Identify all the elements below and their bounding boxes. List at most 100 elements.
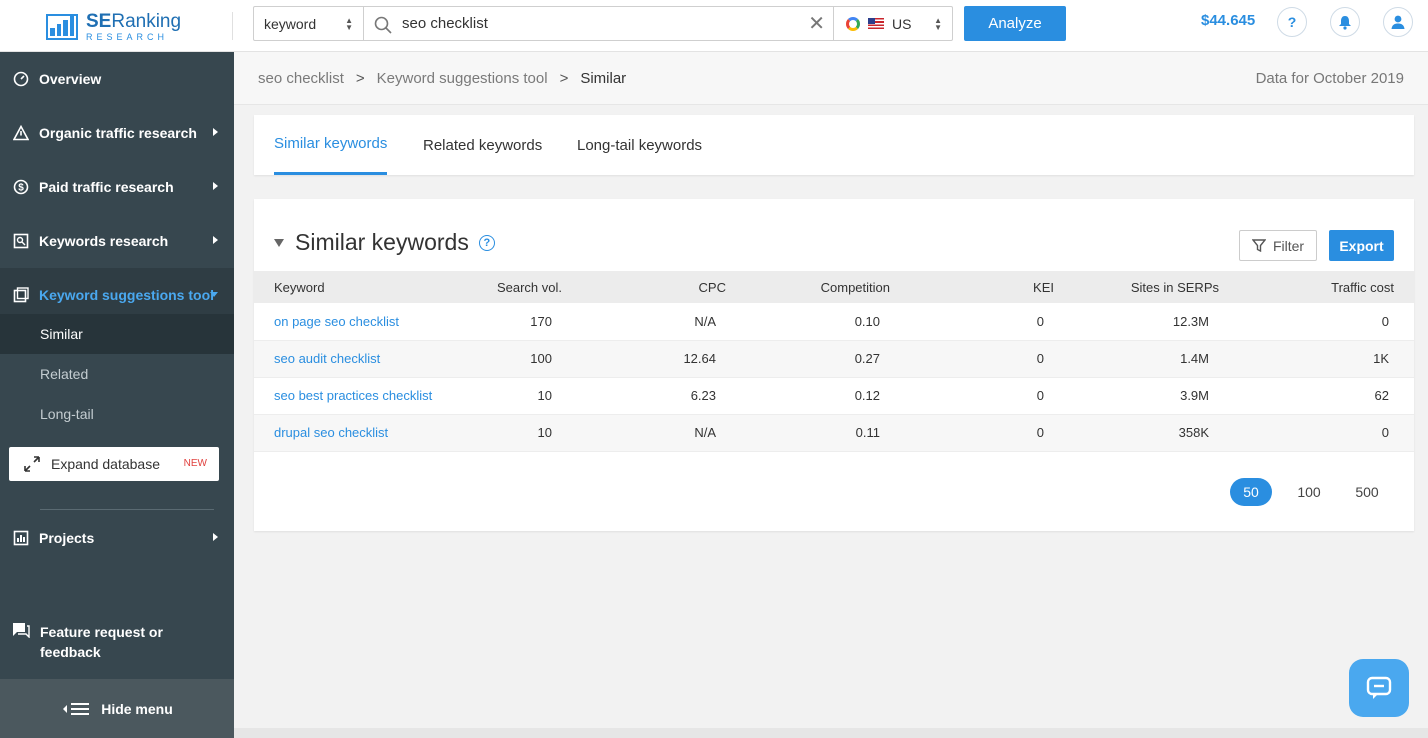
traffic-cost-cell: 62 [1374, 388, 1389, 403]
cpc-cell: N/A [694, 425, 716, 440]
breadcrumb-bar: seo checklist > Keyword suggestions tool… [234, 52, 1428, 105]
chevron-right-icon [213, 182, 218, 190]
sites-in-serps-cell: 3.9M [1180, 388, 1209, 403]
search-input[interactable] [364, 7, 807, 40]
logo-text-ranking: Ranking [111, 11, 182, 32]
suggestions-icon [12, 286, 30, 304]
page-size-option[interactable]: 500 [1346, 478, 1388, 506]
expand-database-label: Expand database [51, 456, 160, 472]
help-button[interactable]: ? [1277, 7, 1307, 37]
kei-cell: 0 [1036, 351, 1044, 366]
table-row: seo best practices checklist 10 6.23 0.1… [254, 377, 1414, 414]
divider [232, 12, 233, 40]
keyword-link[interactable]: drupal seo checklist [254, 414, 454, 451]
column-header-kei[interactable]: KEI [910, 271, 1074, 303]
keyword-image-icon [12, 232, 30, 250]
column-header-traffic-cost[interactable]: Traffic cost [1239, 271, 1414, 303]
chat-bubble-icon [13, 623, 30, 638]
keyword-link[interactable]: seo audit checklist [254, 340, 454, 377]
table-row: on page seo checklist 170 N/A 0.10 0 12.… [254, 303, 1414, 340]
svg-text:$: $ [18, 183, 24, 194]
tab-related-keywords[interactable]: Related keywords [423, 115, 542, 175]
sites-in-serps-cell: 12.3M [1172, 313, 1209, 329]
chevron-down-icon [210, 292, 218, 297]
hide-menu-button[interactable]: Hide menu [0, 679, 234, 738]
keyword-link[interactable]: seo best practices checklist [254, 377, 454, 414]
panel-header[interactable]: Similar keywords ? [274, 229, 495, 256]
sidebar-item-label: Keyword suggestions tool [39, 287, 215, 303]
competition-cell: 0.12 [854, 388, 880, 403]
warning-triangle-icon [12, 124, 30, 142]
sidebar-item-organic-traffic[interactable]: Organic traffic research [0, 106, 234, 160]
breadcrumb-item[interactable]: Keyword suggestions tool [377, 70, 548, 87]
tab-long-tail-keywords[interactable]: Long-tail keywords [577, 115, 702, 175]
sidebar-item-overview[interactable]: Overview [0, 52, 234, 106]
bar-chart-icon [12, 529, 30, 547]
sidebar-subitem-similar[interactable]: Similar [0, 314, 234, 354]
help-circle-icon[interactable]: ? [478, 234, 495, 251]
search-volume-cell: 100 [530, 351, 552, 366]
search-mode-value: keyword [264, 15, 317, 32]
page-size-option[interactable]: 100 [1288, 478, 1330, 506]
chat-icon [1366, 676, 1392, 699]
sidebar-item-label: Projects [39, 530, 95, 546]
sites-in-serps-cell: 1.4M [1180, 351, 1209, 366]
page-size-option[interactable]: 50 [1230, 478, 1272, 506]
competition-cell: 0.11 [855, 425, 880, 440]
expand-database-button[interactable]: Expand database NEW [9, 447, 219, 481]
sidebar-item-paid-traffic[interactable]: $ Paid traffic research [0, 160, 234, 214]
collapse-triangle-icon[interactable] [274, 238, 284, 247]
traffic-cost-cell: 0 [1381, 425, 1389, 440]
divider [40, 509, 214, 510]
sidebar-item-projects[interactable]: Projects [0, 511, 234, 565]
keywords-table: Keyword Search vol. CPC Competition KEI … [254, 271, 1414, 452]
traffic-cost-cell: 1K [1373, 351, 1389, 366]
new-badge: NEW [183, 458, 207, 469]
user-menu-button[interactable] [1383, 7, 1413, 37]
tabs-card: Similar keywords Related keywords Long-t… [254, 115, 1414, 175]
logo[interactable]: SERanking RESEARCH [46, 12, 186, 42]
column-header-sites-in-serps[interactable]: Sites in SERPs [1074, 271, 1239, 303]
panel-title: Similar keywords [295, 229, 469, 255]
sidebar-item-keywords-research[interactable]: Keywords research [0, 214, 234, 268]
keyword-link[interactable]: on page seo checklist [254, 303, 454, 340]
sidebar-subitem-related[interactable]: Related [0, 354, 234, 394]
account-balance[interactable]: $44.645 [1201, 12, 1255, 29]
column-header-search-vol[interactable]: Search vol. [454, 271, 582, 303]
sidebar-item-label: Organic traffic research [39, 125, 197, 141]
user-icon [1391, 15, 1405, 29]
breadcrumb: seo checklist > Keyword suggestions tool… [258, 70, 626, 87]
gauge-icon [12, 70, 30, 88]
export-button[interactable]: Export [1329, 230, 1394, 261]
tab-similar-keywords[interactable]: Similar keywords [274, 115, 388, 175]
search-mode-select[interactable]: keyword ▲ ▼ [254, 7, 364, 40]
cpc-cell: N/A [694, 313, 716, 329]
filter-button[interactable]: Filter [1239, 230, 1317, 261]
traffic-cost-cell: 0 [1381, 313, 1389, 329]
sidebar-subitem-long-tail[interactable]: Long-tail [0, 394, 234, 434]
updown-caret-icon: ▲ ▼ [345, 15, 353, 32]
sidebar: Overview Organic traffic research $ Paid… [0, 52, 234, 738]
column-header-cpc[interactable]: CPC [582, 271, 746, 303]
chevron-right-icon [213, 236, 218, 244]
breadcrumb-item[interactable]: seo checklist [258, 70, 344, 87]
analyze-button[interactable]: Analyze [964, 6, 1066, 41]
region-select[interactable]: US ▲ ▼ [833, 7, 952, 40]
chat-support-button[interactable] [1349, 659, 1409, 717]
feedback-link[interactable]: Feature request or feedback [12, 622, 212, 662]
notifications-button[interactable] [1330, 7, 1360, 37]
dollar-icon: $ [12, 178, 30, 196]
bottom-scroll-strip [234, 728, 1428, 738]
sites-in-serps-cell: 358K [1178, 425, 1209, 440]
column-header-keyword[interactable]: Keyword [254, 271, 454, 303]
cpc-cell: 12.64 [683, 351, 716, 366]
top-bar: SERanking RESEARCH keyword ▲▼ ✕ US ▲▼ An… [0, 0, 1428, 52]
clear-icon[interactable]: ✕ [806, 13, 827, 35]
column-header-competition[interactable]: Competition [746, 271, 910, 303]
chevron-right-icon: > [355, 70, 365, 87]
table-row: drupal seo checklist 10 N/A 0.11 0 358K … [254, 414, 1414, 451]
table-row: seo audit checklist 100 12.64 0.27 0 1.4… [254, 340, 1414, 377]
logo-subtext: RESEARCH [86, 32, 169, 42]
funnel-icon [1251, 239, 1266, 252]
sidebar-item-label: Paid traffic research [39, 179, 174, 195]
